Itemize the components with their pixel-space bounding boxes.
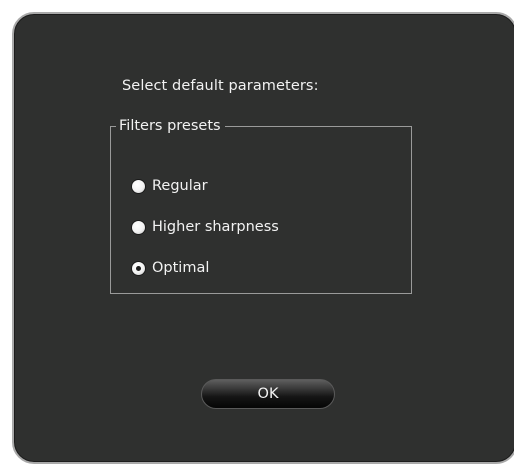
radio-optimal[interactable]: Optimal <box>132 258 209 278</box>
radio-optimal-label: Optimal <box>152 260 210 276</box>
radio-regular-label: Regular <box>152 178 208 194</box>
radio-higher-sharpness-label: Higher sharpness <box>152 219 279 235</box>
radio-selected-dot <box>136 265 141 271</box>
radio-optimal-circle[interactable] <box>132 261 145 275</box>
filters-presets-group: Filters presets Regular Higher sharpness… <box>110 116 412 294</box>
radio-higher-sharpness-circle[interactable] <box>132 220 145 234</box>
group-legend: Filters presets <box>116 116 225 136</box>
radio-regular-circle[interactable] <box>132 179 145 193</box>
default-parameters-dialog: Select default parameters: Filters prese… <box>12 12 514 464</box>
dialog-prompt: Select default parameters: <box>122 78 319 94</box>
radio-higher-sharpness[interactable]: Higher sharpness <box>132 217 279 237</box>
radio-regular[interactable]: Regular <box>132 176 208 196</box>
ok-button[interactable]: OK <box>201 379 335 409</box>
